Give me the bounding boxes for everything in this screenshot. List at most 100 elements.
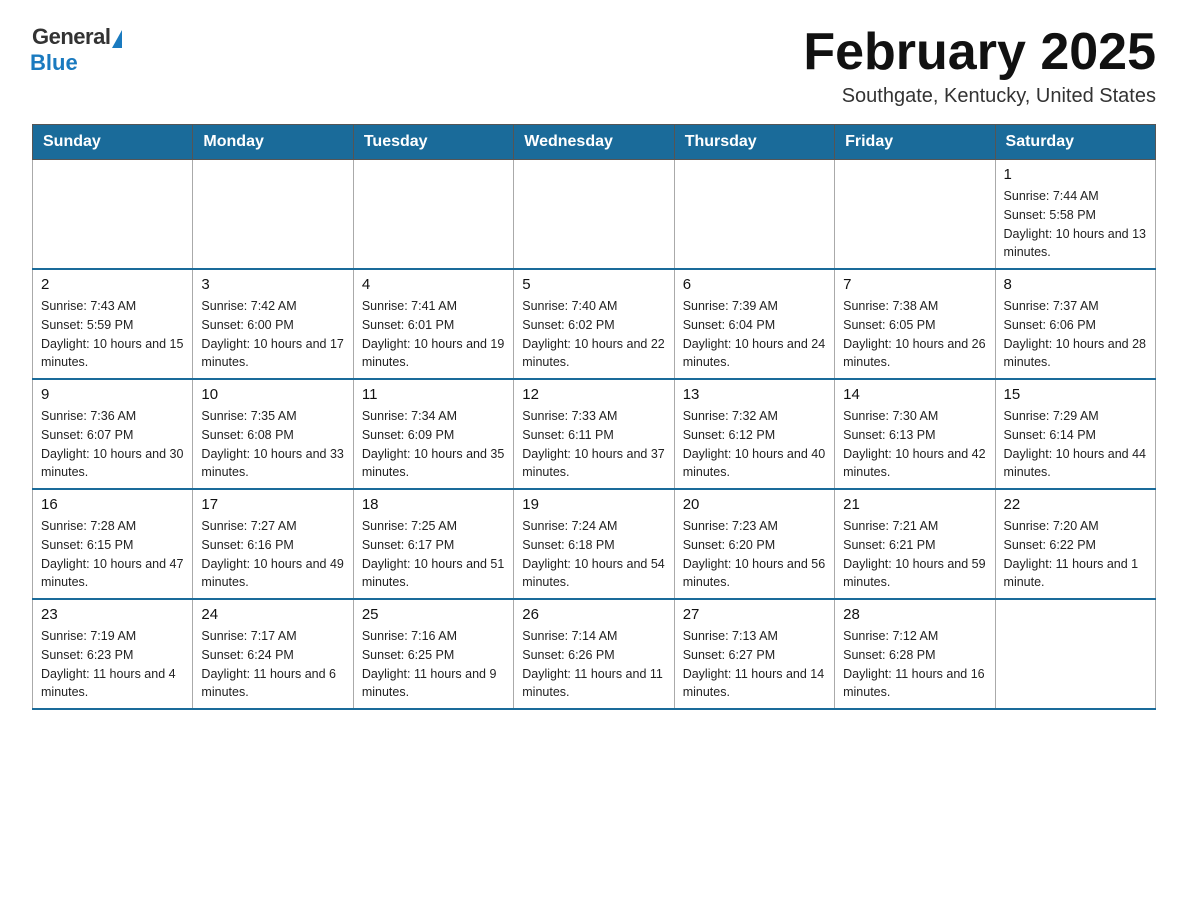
calendar-cell: 16Sunrise: 7:28 AMSunset: 6:15 PMDayligh…	[33, 489, 193, 599]
day-info: Sunrise: 7:36 AMSunset: 6:07 PMDaylight:…	[41, 407, 184, 482]
day-info: Sunrise: 7:37 AMSunset: 6:06 PMDaylight:…	[1004, 297, 1147, 372]
calendar-cell: 10 Sunrise: 7:35 AMSunset: 6:08 PMDayligh…	[193, 379, 353, 489]
day-number: 18	[362, 496, 505, 513]
calendar-cell: 14Sunrise: 7:30 AMSunset: 6:13 PMDayligh…	[835, 379, 995, 489]
day-number: 9	[41, 386, 184, 403]
day-info: Sunrise: 7:33 AMSunset: 6:11 PMDaylight:…	[522, 407, 665, 482]
day-number: 12	[522, 386, 665, 403]
day-info: Sunrise: 7:14 AMSunset: 6:26 PMDaylight:…	[522, 627, 665, 702]
day-number: 5	[522, 276, 665, 293]
day-number: 20	[683, 496, 826, 513]
calendar-cell: 7 Sunrise: 7:38 AMSunset: 6:05 PMDaylight…	[835, 269, 995, 379]
day-info: Sunrise: 7:42 AMSunset: 6:00 PMDaylight:…	[201, 297, 344, 372]
calendar-cell: 2 Sunrise: 7:43 AMSunset: 5:59 PMDaylight…	[33, 269, 193, 379]
calendar-cell: 15Sunrise: 7:29 AMSunset: 6:14 PMDayligh…	[995, 379, 1155, 489]
day-info: Sunrise: 7:39 AMSunset: 6:04 PMDaylight:…	[683, 297, 826, 372]
calendar-week-3: 9 Sunrise: 7:36 AMSunset: 6:07 PMDaylight…	[33, 379, 1156, 489]
calendar-cell	[193, 160, 353, 270]
day-info: Sunrise: 7:25 AMSunset: 6:17 PMDaylight:…	[362, 517, 505, 592]
calendar-week-2: 2 Sunrise: 7:43 AMSunset: 5:59 PMDaylight…	[33, 269, 1156, 379]
calendar-table: SundayMondayTuesdayWednesdayThursdayFrid…	[32, 124, 1156, 710]
calendar-cell: 19 Sunrise: 7:24 AMSunset: 6:18 PMDayligh…	[514, 489, 674, 599]
day-number: 24	[201, 606, 344, 623]
calendar-cell	[353, 160, 513, 270]
calendar-cell: 6 Sunrise: 7:39 AMSunset: 6:04 PMDaylight…	[674, 269, 834, 379]
day-info: Sunrise: 7:12 AMSunset: 6:28 PMDaylight:…	[843, 627, 986, 702]
calendar-cell	[835, 160, 995, 270]
day-number: 16	[41, 496, 184, 513]
weekday-header-friday: Friday	[835, 125, 995, 160]
logo-blue-text: Blue	[30, 50, 78, 76]
day-number: 26	[522, 606, 665, 623]
day-number: 8	[1004, 276, 1147, 293]
calendar-cell: 26 Sunrise: 7:14 AMSunset: 6:26 PMDayligh…	[514, 599, 674, 709]
day-info: Sunrise: 7:23 AMSunset: 6:20 PMDaylight:…	[683, 517, 826, 592]
calendar-cell: 27 Sunrise: 7:13 AMSunset: 6:27 PMDayligh…	[674, 599, 834, 709]
day-info: Sunrise: 7:29 AMSunset: 6:14 PMDaylight:…	[1004, 407, 1147, 482]
day-number: 4	[362, 276, 505, 293]
day-info: Sunrise: 7:27 AMSunset: 6:16 PMDaylight:…	[201, 517, 344, 592]
month-title: February 2025	[803, 24, 1156, 81]
day-number: 2	[41, 276, 184, 293]
calendar-cell: 1 Sunrise: 7:44 AMSunset: 5:58 PMDaylight…	[995, 160, 1155, 270]
calendar-cell: 8 Sunrise: 7:37 AMSunset: 6:06 PMDaylight…	[995, 269, 1155, 379]
day-info: Sunrise: 7:17 AMSunset: 6:24 PMDaylight:…	[201, 627, 344, 702]
day-info: Sunrise: 7:44 AMSunset: 5:58 PMDaylight:…	[1004, 187, 1147, 262]
calendar-cell: 18 Sunrise: 7:25 AMSunset: 6:17 PMDayligh…	[353, 489, 513, 599]
day-number: 27	[683, 606, 826, 623]
calendar-cell: 20 Sunrise: 7:23 AMSunset: 6:20 PMDayligh…	[674, 489, 834, 599]
day-number: 1	[1004, 166, 1147, 183]
weekday-header-wednesday: Wednesday	[514, 125, 674, 160]
calendar-cell: 22 Sunrise: 7:20 AMSunset: 6:22 PMDayligh…	[995, 489, 1155, 599]
weekday-header-thursday: Thursday	[674, 125, 834, 160]
day-number: 6	[683, 276, 826, 293]
logo-triangle-icon	[112, 30, 122, 48]
logo: General Blue	[32, 24, 122, 76]
calendar-cell: 28 Sunrise: 7:12 AMSunset: 6:28 PMDayligh…	[835, 599, 995, 709]
calendar-cell: 12 Sunrise: 7:33 AMSunset: 6:11 PMDayligh…	[514, 379, 674, 489]
day-info: Sunrise: 7:40 AMSunset: 6:02 PMDaylight:…	[522, 297, 665, 372]
day-number: 3	[201, 276, 344, 293]
weekday-header-saturday: Saturday	[995, 125, 1155, 160]
location-subtitle: Southgate, Kentucky, United States	[803, 85, 1156, 108]
day-info: Sunrise: 7:13 AMSunset: 6:27 PMDaylight:…	[683, 627, 826, 702]
logo-general-text: General	[32, 24, 110, 50]
calendar-cell: 21 Sunrise: 7:21 AMSunset: 6:21 PMDayligh…	[835, 489, 995, 599]
day-number: 11	[362, 386, 505, 403]
calendar-cell: 25Sunrise: 7:16 AMSunset: 6:25 PMDayligh…	[353, 599, 513, 709]
day-number: 10	[201, 386, 344, 403]
calendar-header-row: SundayMondayTuesdayWednesdayThursdayFrid…	[33, 125, 1156, 160]
calendar-week-5: 23 Sunrise: 7:19 AMSunset: 6:23 PMDayligh…	[33, 599, 1156, 709]
day-info: Sunrise: 7:19 AMSunset: 6:23 PMDaylight:…	[41, 627, 184, 702]
day-number: 28	[843, 606, 986, 623]
day-number: 21	[843, 496, 986, 513]
calendar-cell: 4 Sunrise: 7:41 AMSunset: 6:01 PMDaylight…	[353, 269, 513, 379]
calendar-cell: 9 Sunrise: 7:36 AMSunset: 6:07 PMDaylight…	[33, 379, 193, 489]
calendar-cell: 5 Sunrise: 7:40 AMSunset: 6:02 PMDaylight…	[514, 269, 674, 379]
day-number: 19	[522, 496, 665, 513]
weekday-header-sunday: Sunday	[33, 125, 193, 160]
day-number: 23	[41, 606, 184, 623]
day-number: 17	[201, 496, 344, 513]
calendar-week-4: 16Sunrise: 7:28 AMSunset: 6:15 PMDayligh…	[33, 489, 1156, 599]
day-number: 7	[843, 276, 986, 293]
weekday-header-monday: Monday	[193, 125, 353, 160]
calendar-cell: 11Sunrise: 7:34 AMSunset: 6:09 PMDayligh…	[353, 379, 513, 489]
title-block: February 2025 Southgate, Kentucky, Unite…	[803, 24, 1156, 108]
calendar-cell	[995, 599, 1155, 709]
day-info: Sunrise: 7:35 AMSunset: 6:08 PMDaylight:…	[201, 407, 344, 482]
day-info: Sunrise: 7:43 AMSunset: 5:59 PMDaylight:…	[41, 297, 184, 372]
calendar-cell: 17 Sunrise: 7:27 AMSunset: 6:16 PMDayligh…	[193, 489, 353, 599]
day-info: Sunrise: 7:41 AMSunset: 6:01 PMDaylight:…	[362, 297, 505, 372]
day-number: 13	[683, 386, 826, 403]
day-number: 22	[1004, 496, 1147, 513]
calendar-cell: 13Sunrise: 7:32 AMSunset: 6:12 PMDayligh…	[674, 379, 834, 489]
day-info: Sunrise: 7:30 AMSunset: 6:13 PMDaylight:…	[843, 407, 986, 482]
calendar-cell: 23 Sunrise: 7:19 AMSunset: 6:23 PMDayligh…	[33, 599, 193, 709]
day-info: Sunrise: 7:38 AMSunset: 6:05 PMDaylight:…	[843, 297, 986, 372]
day-info: Sunrise: 7:21 AMSunset: 6:21 PMDaylight:…	[843, 517, 986, 592]
calendar-cell	[514, 160, 674, 270]
weekday-header-tuesday: Tuesday	[353, 125, 513, 160]
day-info: Sunrise: 7:20 AMSunset: 6:22 PMDaylight:…	[1004, 517, 1147, 592]
day-info: Sunrise: 7:24 AMSunset: 6:18 PMDaylight:…	[522, 517, 665, 592]
